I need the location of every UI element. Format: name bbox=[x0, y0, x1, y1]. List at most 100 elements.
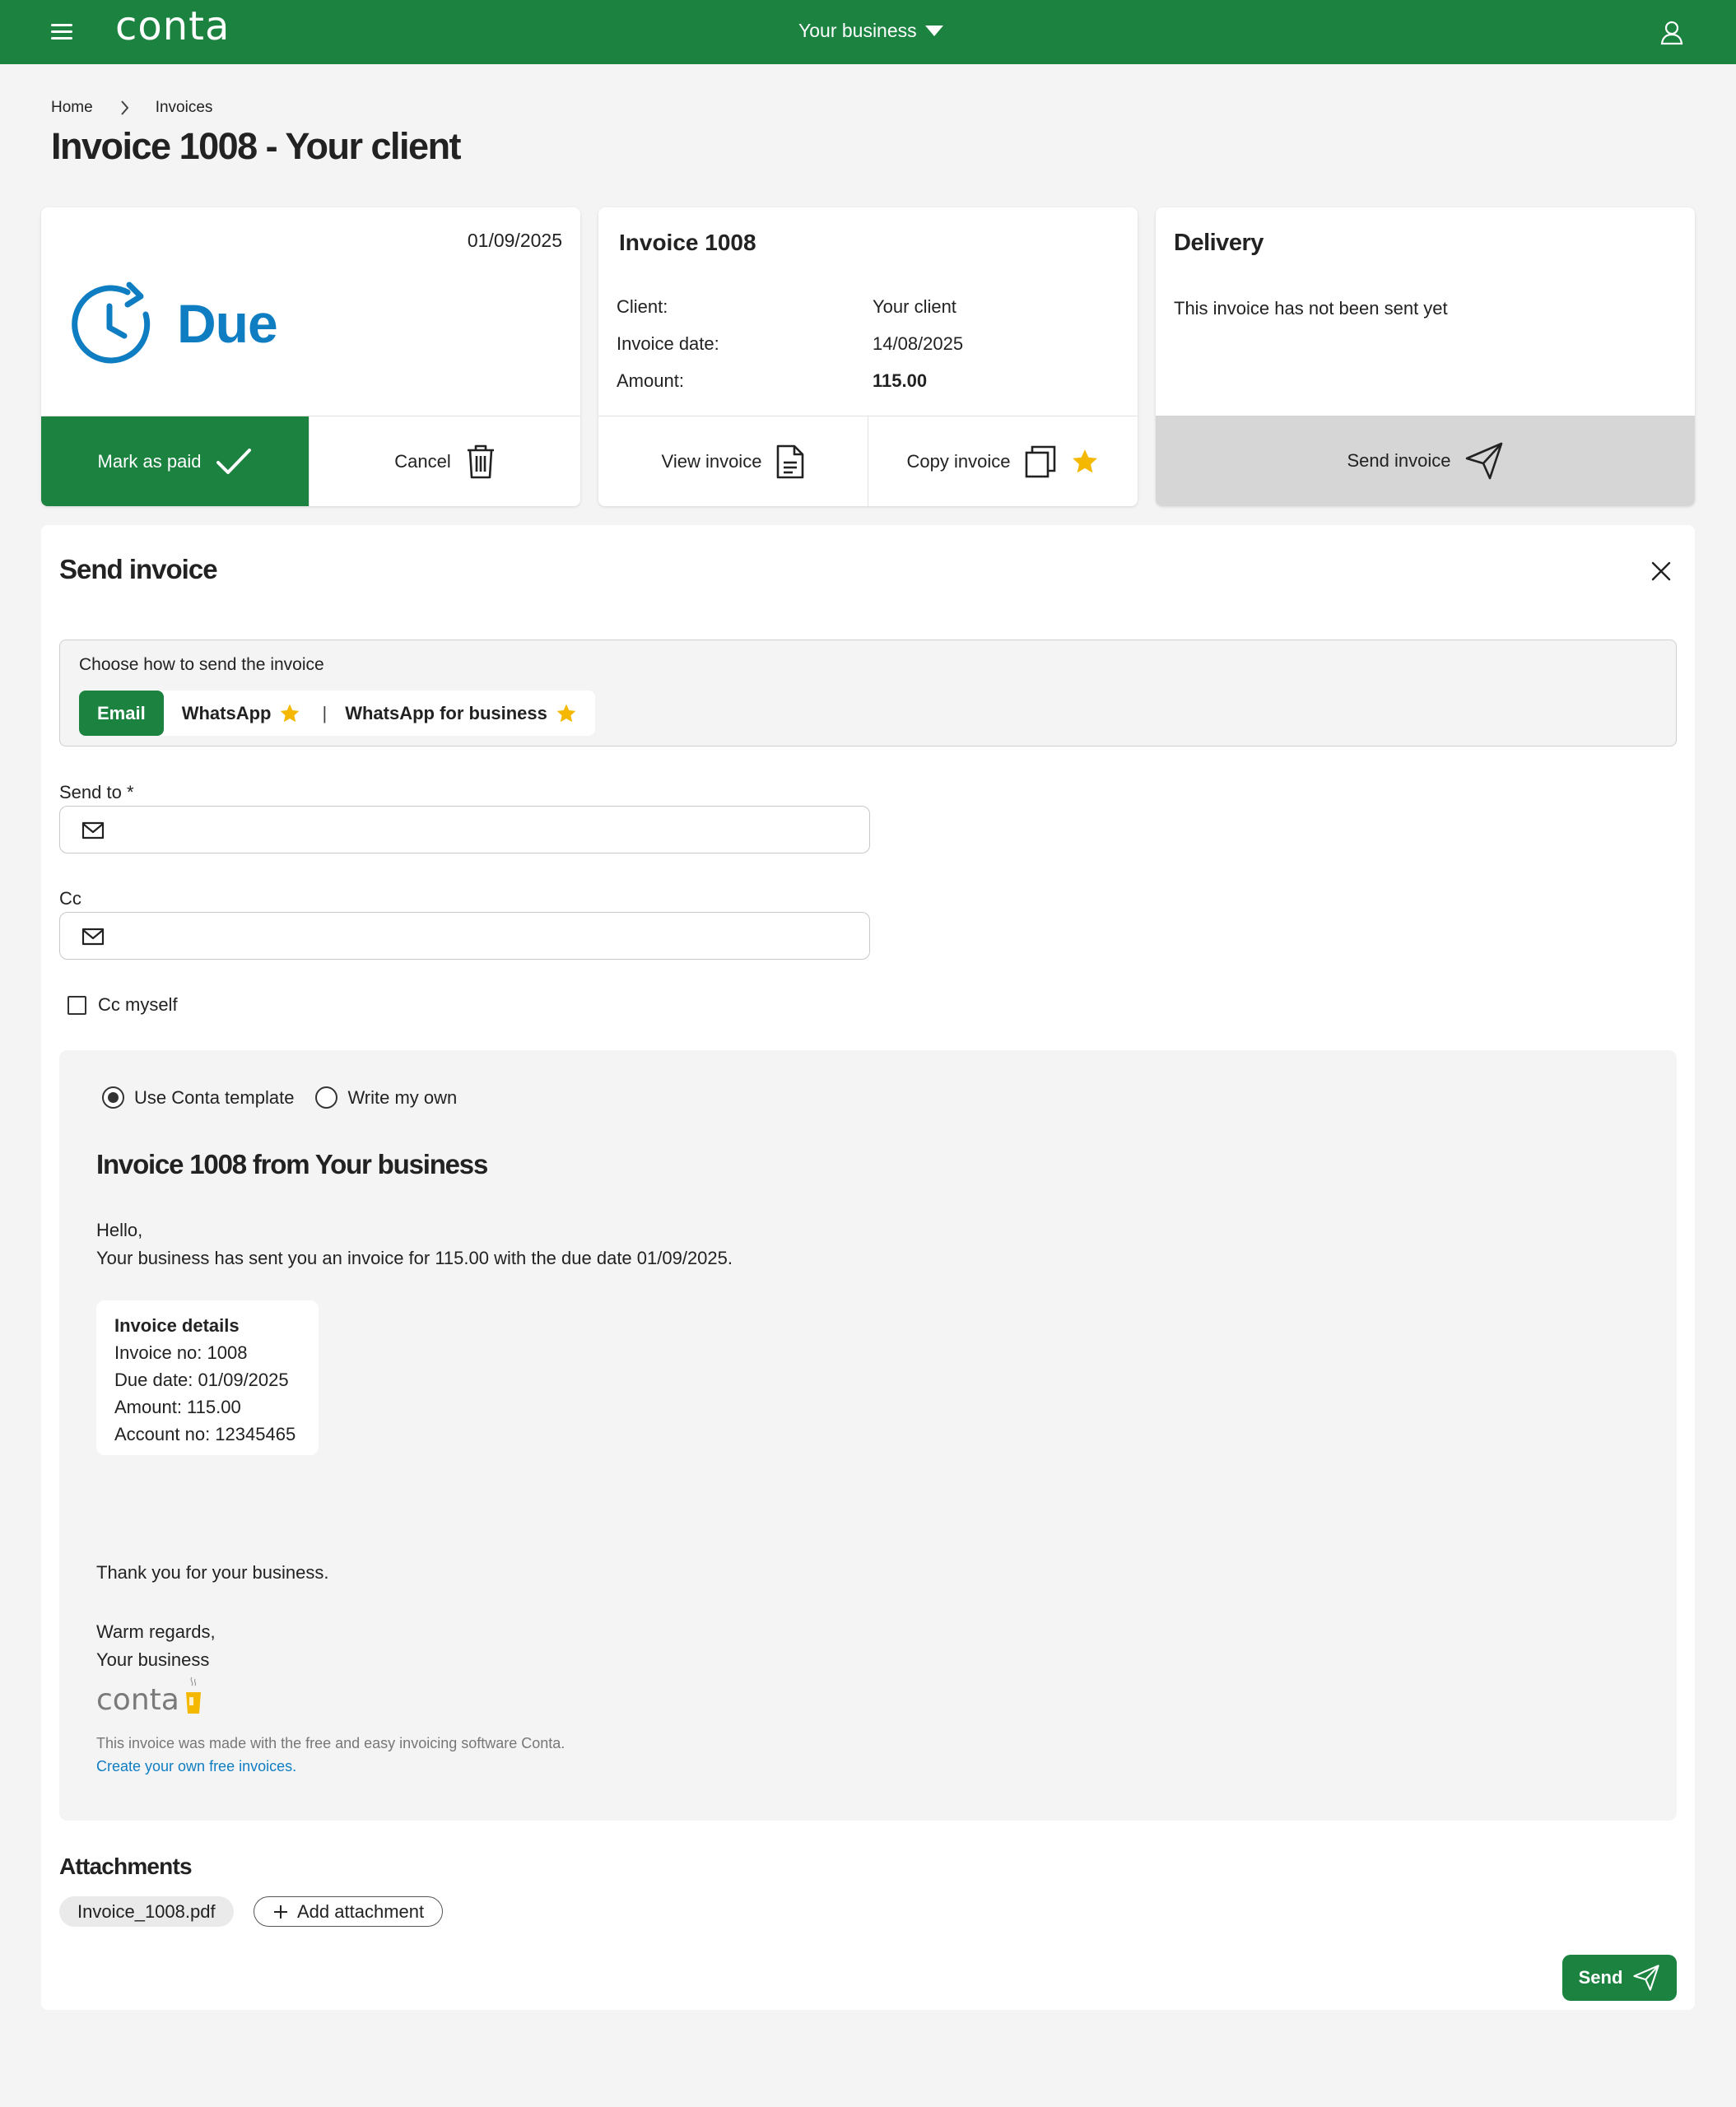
detail-due-date: Due date: 01/09/2025 bbox=[114, 1370, 289, 1390]
send-method-box: Choose how to send the invoice Email Wha… bbox=[59, 640, 1677, 747]
template-radio-group: Use Conta template Write my own bbox=[102, 1086, 457, 1109]
radio-selected-icon bbox=[102, 1086, 124, 1109]
mark-as-paid-button[interactable]: Mark as paid bbox=[41, 416, 309, 506]
attachments-title: Attachments bbox=[59, 1854, 193, 1879]
client-value: Your client bbox=[873, 296, 956, 317]
breadcrumb: Home Invoices bbox=[51, 99, 212, 117]
invoice-date-value: 14/08/2025 bbox=[873, 333, 964, 354]
cc-label: Cc bbox=[59, 888, 81, 909]
email-regards: Warm regards, bbox=[96, 1621, 216, 1642]
status-card: 01/09/2025 Due Mark as paid Cancel bbox=[41, 207, 580, 506]
send-icon bbox=[1466, 442, 1503, 480]
mark-as-paid-label: Mark as paid bbox=[97, 450, 202, 472]
top-bar: conta Your business bbox=[0, 0, 1736, 64]
method-whatsapp-business-option[interactable]: WhatsApp for business bbox=[345, 703, 577, 724]
page-title: Invoice 1008 - Your client bbox=[51, 125, 462, 167]
copy-icon bbox=[1026, 445, 1056, 477]
use-conta-template-label: Use Conta template bbox=[134, 1086, 295, 1108]
cancel-label: Cancel bbox=[394, 450, 451, 472]
star-icon bbox=[281, 704, 300, 722]
mail-icon bbox=[81, 821, 105, 840]
write-my-own-radio[interactable]: Write my own bbox=[315, 1086, 457, 1109]
user-icon[interactable] bbox=[1658, 18, 1686, 46]
star-icon bbox=[1073, 449, 1098, 472]
app-logo[interactable]: conta bbox=[115, 3, 230, 49]
send-button-label: Send bbox=[1578, 1967, 1623, 1988]
document-icon bbox=[777, 444, 804, 478]
invoice-date-label: Invoice date: bbox=[617, 333, 719, 354]
send-method-label: Choose how to send the invoice bbox=[79, 655, 324, 674]
cc-myself-checkbox[interactable] bbox=[67, 995, 86, 1015]
cancel-invoice-button[interactable]: Cancel bbox=[309, 416, 580, 506]
method-whatsapp-option[interactable]: WhatsApp bbox=[182, 703, 301, 724]
invoice-card: Invoice 1008 Client: Your client Invoice… bbox=[598, 207, 1138, 506]
attachment-chip[interactable]: Invoice_1008.pdf bbox=[59, 1896, 234, 1927]
clock-refresh-icon bbox=[72, 281, 151, 364]
footer-text: This invoice was made with the free and … bbox=[96, 1735, 565, 1751]
send-to-label: Send to * bbox=[59, 782, 134, 803]
email-signature: Your business bbox=[96, 1649, 210, 1670]
method-separator: | bbox=[322, 702, 328, 723]
required-mark: * bbox=[126, 782, 134, 802]
due-status: Due bbox=[70, 281, 278, 365]
caret-down-icon bbox=[924, 26, 943, 36]
use-conta-template-radio[interactable]: Use Conta template bbox=[102, 1086, 294, 1109]
send-panel-title: Send invoice bbox=[59, 554, 218, 584]
send-button[interactable]: Send bbox=[1562, 1955, 1677, 2001]
send-to-field[interactable] bbox=[59, 806, 870, 853]
mail-icon bbox=[81, 928, 105, 946]
invoice-details-box: Invoice details Invoice no: 1008 Due dat… bbox=[96, 1300, 319, 1455]
menu-icon[interactable] bbox=[51, 22, 76, 42]
email-subject: Invoice 1008 from Your business bbox=[96, 1149, 488, 1179]
add-attachment-button[interactable]: Add attachment bbox=[254, 1896, 444, 1927]
delivery-actions: Send invoice bbox=[1156, 416, 1695, 506]
cc-input[interactable] bbox=[118, 919, 850, 952]
chevron-right-icon bbox=[120, 100, 129, 115]
view-invoice-button[interactable]: View invoice bbox=[598, 416, 868, 506]
send-invoice-label: Send invoice bbox=[1347, 450, 1451, 471]
email-greeting: Hello, bbox=[96, 1220, 143, 1240]
plus-icon bbox=[274, 1905, 287, 1919]
conta-footer-logo: conta bbox=[96, 1676, 204, 1717]
send-icon bbox=[1633, 1965, 1660, 1991]
star-icon bbox=[556, 704, 576, 722]
copy-invoice-label: Copy invoice bbox=[906, 450, 1011, 472]
cc-myself-checkbox-row[interactable]: Cc myself bbox=[67, 994, 178, 1016]
trash-icon bbox=[467, 444, 494, 478]
detail-amount: Amount: 115.00 bbox=[114, 1397, 241, 1417]
amount-label: Amount: bbox=[617, 370, 684, 391]
invoice-details-title: Invoice details bbox=[114, 1315, 240, 1336]
invoice-card-heading: Invoice 1008 bbox=[619, 230, 756, 255]
copy-invoice-button[interactable]: Copy invoice bbox=[868, 416, 1138, 506]
email-template-area: Use Conta template Write my own Invoice … bbox=[59, 1050, 1677, 1821]
status-label: Due bbox=[177, 293, 278, 354]
send-to-input[interactable] bbox=[118, 813, 850, 846]
delivery-status-text: This invoice has not been sent yet bbox=[1174, 298, 1448, 319]
send-invoice-button[interactable]: Send invoice bbox=[1156, 416, 1695, 506]
breadcrumb-current: Invoices bbox=[155, 99, 213, 116]
status-actions: Mark as paid Cancel bbox=[41, 416, 580, 506]
email-thanks: Thank you for your business. bbox=[96, 1562, 329, 1583]
cc-myself-label: Cc myself bbox=[98, 994, 178, 1015]
send-method-selector: Email WhatsApp | WhatsApp for business bbox=[79, 691, 595, 736]
write-my-own-label: Write my own bbox=[347, 1086, 458, 1108]
business-selector[interactable]: Your business bbox=[798, 20, 943, 42]
radio-unselected-icon bbox=[315, 1086, 338, 1109]
footer-logo-text: conta bbox=[96, 1683, 179, 1717]
delivery-card: Delivery This invoice has not been sent … bbox=[1156, 207, 1695, 506]
whatsapp-label: WhatsApp bbox=[181, 702, 272, 723]
send-to-label-text: Send to bbox=[59, 782, 122, 802]
create-free-invoices-link[interactable]: Create your own free invoices. bbox=[96, 1758, 296, 1775]
delivery-heading: Delivery bbox=[1174, 230, 1264, 256]
breadcrumb-home-link[interactable]: Home bbox=[51, 99, 93, 117]
due-date: 01/09/2025 bbox=[467, 230, 562, 251]
view-invoice-label: View invoice bbox=[661, 450, 762, 472]
method-email-option[interactable]: Email bbox=[79, 691, 164, 736]
detail-account-no: Account no: 12345465 bbox=[114, 1424, 296, 1444]
cc-field[interactable] bbox=[59, 912, 870, 960]
client-label: Client: bbox=[617, 296, 668, 317]
add-attachment-label: Add attachment bbox=[297, 1900, 425, 1922]
checkmark-icon bbox=[216, 448, 252, 474]
business-selector-label: Your business bbox=[798, 20, 917, 41]
close-icon[interactable] bbox=[1650, 560, 1672, 582]
